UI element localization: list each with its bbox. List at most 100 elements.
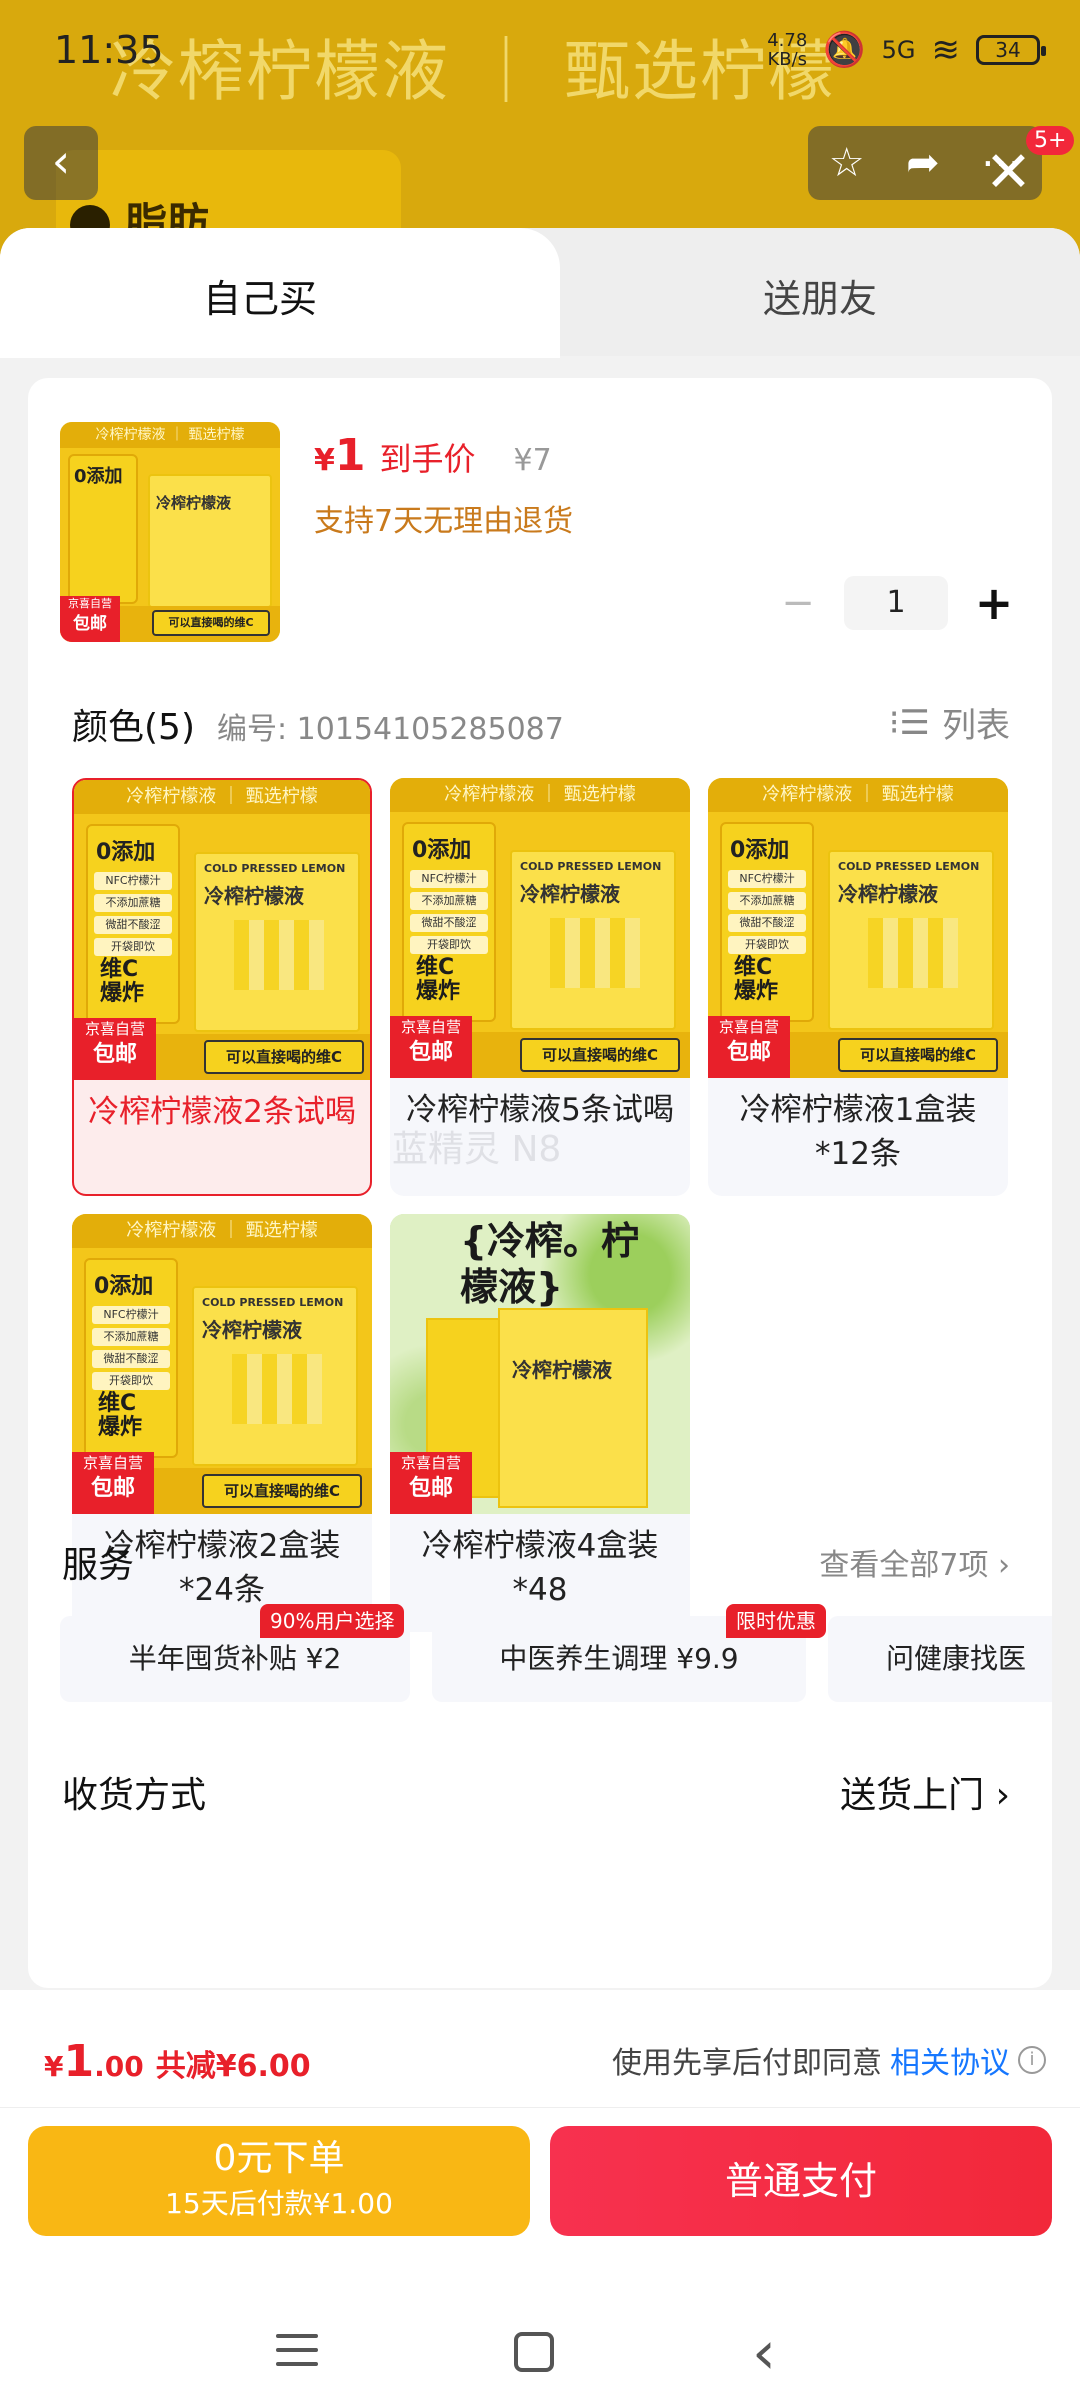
signal-icon: 5G	[881, 36, 916, 64]
image-feature-pill: NFC柠檬汁	[728, 870, 806, 888]
status-bar: 11:35 4.78 KB/s 🔕 5G ≋ 34	[0, 0, 1080, 108]
image-feature-pill: 不添加蔗糖	[94, 894, 172, 912]
service-view-all[interactable]: 查看全部7项 ›	[819, 1540, 1010, 1584]
image-topband: 冷榨柠檬液 ｜ 甄选柠檬	[60, 422, 280, 448]
total-savings: 共减¥6.00	[155, 2049, 311, 2084]
total-decimal: .00	[94, 2050, 144, 2083]
total-integer: 1	[63, 2036, 95, 2087]
total-line: ¥1.00 共减¥6.00 使用先享后付即同意 相关协议 i	[0, 1990, 1080, 2108]
product-code: 编号: 10154105285087	[217, 712, 564, 747]
image-box-name: 冷榨柠檬液	[520, 882, 620, 906]
variant-option[interactable]: {冷榨。柠檬液} 冷榨柠檬液 京喜自营 包邮 冷榨柠檬液4盒装*48	[390, 1214, 690, 1632]
normal-pay-button[interactable]: 普通支付	[550, 2126, 1052, 2236]
original-price: ¥7	[513, 443, 552, 478]
image-box-name: 冷榨柠檬液	[202, 1318, 302, 1342]
variant-image: {冷榨。柠檬液} 冷榨柠檬液 京喜自营 包邮	[390, 1214, 690, 1514]
image-box-name: 冷榨柠檬液	[156, 494, 232, 512]
purchase-sheet: 自己买 送朋友 冷榨柠檬液 ｜ 甄选柠檬 0添加 冷榨柠檬液 可以直接喝的维C …	[0, 228, 1080, 1988]
watermark: 蓝精灵 N8	[392, 1129, 562, 1170]
jd-badge-big: 包邮	[408, 1476, 453, 1501]
image-box-en: COLD PRESSED LEMON	[204, 862, 346, 875]
image-feature-pill: 微甜不酸涩	[728, 914, 806, 932]
jd-badge-big: 包邮	[90, 1476, 135, 1501]
variant-image: 冷榨柠檬液 ｜ 甄选柠檬 0添加 NFC柠檬汁 不添加蔗糖 微甜不酸涩 开袋即饮 维C…	[390, 778, 690, 1078]
image-vitc: 维C爆炸	[416, 955, 461, 1004]
variant-option[interactable]: 冷榨柠檬液 ｜ 甄选柠檬 0添加 NFC柠檬汁 不添加蔗糖 微甜不酸涩 开袋即饮 维C…	[708, 778, 1008, 1196]
variant-image: 冷榨柠檬液 ｜ 甄选柠檬 0添加 NFC柠檬汁 不添加蔗糖 微甜不酸涩 开袋即饮 维C…	[72, 1214, 372, 1514]
image-feature-pill: 微甜不酸涩	[94, 916, 172, 934]
product-thumbnail[interactable]: 冷榨柠檬液 ｜ 甄选柠檬 0添加 冷榨柠檬液 可以直接喝的维C 京喜自营 包邮	[60, 422, 280, 642]
service-item-health[interactable]: 问健康找医	[828, 1616, 1052, 1702]
jd-badge: 京喜自营 包邮	[390, 1452, 472, 1514]
tab-gift-friend[interactable]: 送朋友	[560, 268, 1080, 323]
sheet-content: 冷榨柠檬液 ｜ 甄选柠檬 0添加 冷榨柠檬液 可以直接喝的维C 京喜自营 包邮 …	[28, 378, 1052, 1988]
shipping-value[interactable]: 送货上门 ›	[840, 1766, 1010, 1818]
variant-image: 冷榨柠檬液 ｜ 甄选柠檬 0添加 NFC柠檬汁 不添加蔗糖 微甜不酸涩 开袋即饮 维C…	[74, 780, 370, 1080]
info-icon[interactable]: i	[1018, 2046, 1046, 2074]
product-image: 冷榨柠檬液 ｜ 甄选柠檬 0添加 冷榨柠檬液 可以直接喝的维C 京喜自营 包邮	[60, 422, 280, 642]
jd-badge: 京喜自营 包邮	[60, 596, 120, 642]
service-list: 半年囤货补贴 ¥2 90%用户选择 中医养生调理 ¥9.9 限时优惠 问健康找医	[60, 1604, 1052, 1704]
notification-badge: 5+	[1026, 126, 1075, 155]
jd-badge-small: 京喜自营	[68, 597, 112, 610]
image-box-name: 冷榨柠檬液	[204, 884, 304, 908]
agreement-text: 使用先享后付即同意	[612, 2046, 882, 2081]
quantity-input[interactable]: 1	[844, 576, 948, 630]
shipping-title: 收货方式	[62, 1775, 207, 1816]
image-cta: 可以直接喝的维C	[520, 1038, 680, 1072]
image-feature-pill: 开袋即饮	[92, 1372, 170, 1390]
image-pixel-art	[550, 918, 640, 988]
list-icon: ⁝☰	[888, 702, 930, 743]
price-currency: ¥	[314, 443, 335, 478]
wifi-icon: ≋	[931, 30, 961, 70]
total-currency: ¥	[44, 2050, 64, 2083]
jd-badge-small: 京喜自营	[400, 1018, 461, 1036]
net-speed-unit: KB/s	[767, 49, 808, 70]
zero-order-subtitle: 15天后付款¥1.00	[165, 2187, 393, 2220]
image-topband: 冷榨柠檬液 ｜ 甄选柠檬	[708, 778, 1008, 812]
recent-apps-icon[interactable]	[276, 2334, 318, 2376]
image-feature-pill: NFC柠檬汁	[94, 872, 172, 890]
image-topband: 冷榨柠檬液 ｜ 甄选柠檬	[72, 1214, 372, 1248]
mute-icon: 🔕	[823, 30, 866, 70]
image-feature-pill: 不添加蔗糖	[728, 892, 806, 910]
price-line: ¥1 到手价 ¥7	[314, 430, 552, 481]
service-badge: 限时优惠	[726, 1604, 826, 1638]
image-zero-add: 0添加	[94, 1274, 154, 1299]
image-feature-pill: 开袋即饮	[94, 938, 172, 956]
total-amount: ¥1.00 共减¥6.00	[44, 2036, 311, 2087]
image-vitc: 维C爆炸	[98, 1391, 143, 1440]
share-icon[interactable]: ➦	[906, 140, 940, 186]
variant-image: 冷榨柠檬液 ｜ 甄选柠檬 0添加 NFC柠檬汁 不添加蔗糖 微甜不酸涩 开袋即饮 维C…	[708, 778, 1008, 1078]
zero-order-title: 0元下单	[213, 2138, 345, 2179]
image-zero-add: 0添加	[74, 466, 123, 487]
jd-badge: 京喜自营 包邮	[74, 1018, 156, 1080]
image-feature-pill: 开袋即饮	[410, 936, 488, 954]
service-badge: 90%用户选择	[260, 1604, 405, 1638]
jd-badge-big: 包邮	[73, 614, 107, 634]
jd-badge-big: 包邮	[726, 1040, 771, 1065]
jd-badge-small: 京喜自营	[82, 1454, 143, 1472]
back-nav-icon[interactable]: ‹	[752, 2318, 776, 2388]
image-box-en: COLD PRESSED LEMON	[838, 860, 980, 873]
image-feature-pill: NFC柠檬汁	[410, 870, 488, 888]
zero-pay-order-button[interactable]: 0元下单 15天后付款¥1.00	[28, 2126, 530, 2236]
view-mode-toggle[interactable]: ⁝☰ 列表	[889, 698, 1010, 747]
tab-buy-self-label[interactable]: 自己买	[0, 268, 520, 323]
back-button[interactable]: ‹	[24, 126, 98, 200]
home-icon[interactable]	[514, 2332, 554, 2372]
jd-badge-small: 京喜自营	[718, 1018, 779, 1036]
favorite-icon[interactable]: ☆	[829, 140, 865, 186]
close-icon[interactable]: ✕	[985, 140, 1032, 205]
image-cta: 可以直接喝的维C	[152, 610, 270, 636]
agreement-link[interactable]: 相关协议	[890, 2038, 1010, 2082]
color-header: 颜色(5) 编号: 10154105285087	[72, 698, 564, 750]
increase-button[interactable]: +	[974, 576, 1014, 630]
jd-badge-small: 京喜自营	[400, 1454, 461, 1472]
image-vitc: 维C爆炸	[734, 955, 779, 1004]
variant-option[interactable]: 冷榨柠檬液 ｜ 甄选柠檬 0添加 NFC柠檬汁 不添加蔗糖 微甜不酸涩 开袋即饮 维C…	[72, 778, 372, 1196]
image-feature-pill: 微甜不酸涩	[410, 914, 488, 932]
image-pixel-art	[234, 920, 324, 990]
decrease-button[interactable]: −	[778, 580, 818, 626]
price-label: 到手价	[379, 440, 476, 478]
